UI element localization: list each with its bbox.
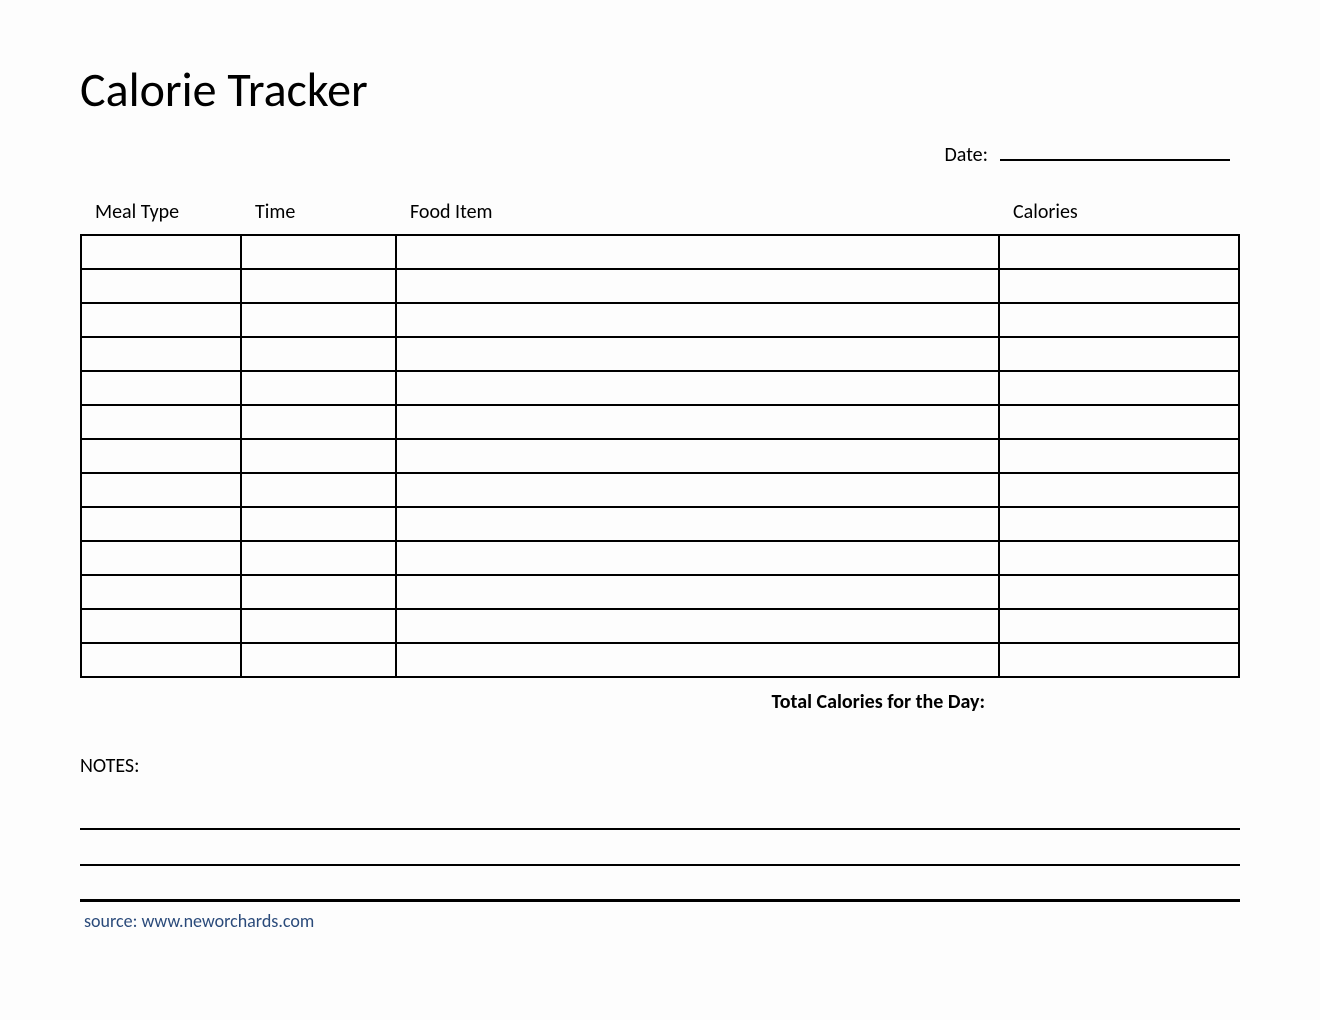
cell-time[interactable]	[241, 235, 396, 269]
cell-food_item[interactable]	[396, 473, 999, 507]
notes-label: NOTES:	[80, 754, 1240, 778]
table-row	[81, 269, 1239, 303]
cell-time[interactable]	[241, 269, 396, 303]
table-row	[81, 405, 1239, 439]
table-row	[81, 575, 1239, 609]
cell-food_item[interactable]	[396, 507, 999, 541]
cell-meal_type[interactable]	[81, 643, 241, 677]
date-row: Date:	[80, 139, 1240, 167]
table-row	[81, 541, 1239, 575]
total-label: Total Calories for the Day:	[772, 690, 985, 714]
header-meal-type: Meal Type	[81, 192, 241, 235]
cell-calories[interactable]	[999, 405, 1239, 439]
cell-time[interactable]	[241, 371, 396, 405]
cell-time[interactable]	[241, 507, 396, 541]
cell-meal_type[interactable]	[81, 609, 241, 643]
cell-food_item[interactable]	[396, 269, 999, 303]
cell-calories[interactable]	[999, 439, 1239, 473]
cell-food_item[interactable]	[396, 643, 999, 677]
cell-food_item[interactable]	[396, 337, 999, 371]
header-calories: Calories	[999, 192, 1239, 235]
cell-calories[interactable]	[999, 269, 1239, 303]
cell-time[interactable]	[241, 609, 396, 643]
table-row	[81, 507, 1239, 541]
cell-meal_type[interactable]	[81, 575, 241, 609]
note-line[interactable]	[80, 870, 1240, 902]
cell-time[interactable]	[241, 405, 396, 439]
cell-calories[interactable]	[999, 541, 1239, 575]
cell-food_item[interactable]	[396, 609, 999, 643]
cell-calories[interactable]	[999, 643, 1239, 677]
cell-time[interactable]	[241, 439, 396, 473]
cell-food_item[interactable]	[396, 235, 999, 269]
cell-meal_type[interactable]	[81, 507, 241, 541]
total-row: Total Calories for the Day:	[80, 690, 1240, 714]
cell-meal_type[interactable]	[81, 473, 241, 507]
header-time: Time	[241, 192, 396, 235]
date-label: Date:	[945, 143, 989, 167]
table-row	[81, 643, 1239, 677]
table-row	[81, 609, 1239, 643]
cell-food_item[interactable]	[396, 371, 999, 405]
cell-calories[interactable]	[999, 235, 1239, 269]
cell-meal_type[interactable]	[81, 303, 241, 337]
cell-food_item[interactable]	[396, 439, 999, 473]
calorie-table: Meal Type Time Food Item Calories	[80, 192, 1240, 678]
cell-time[interactable]	[241, 337, 396, 371]
table-row	[81, 303, 1239, 337]
cell-meal_type[interactable]	[81, 541, 241, 575]
cell-time[interactable]	[241, 541, 396, 575]
cell-meal_type[interactable]	[81, 337, 241, 371]
table-row	[81, 371, 1239, 405]
cell-food_item[interactable]	[396, 405, 999, 439]
table-row	[81, 439, 1239, 473]
cell-calories[interactable]	[999, 337, 1239, 371]
cell-calories[interactable]	[999, 303, 1239, 337]
cell-food_item[interactable]	[396, 541, 999, 575]
cell-time[interactable]	[241, 643, 396, 677]
date-input[interactable]	[1000, 139, 1230, 161]
cell-calories[interactable]	[999, 473, 1239, 507]
cell-meal_type[interactable]	[81, 235, 241, 269]
cell-food_item[interactable]	[396, 575, 999, 609]
cell-calories[interactable]	[999, 371, 1239, 405]
cell-time[interactable]	[241, 473, 396, 507]
header-food-item: Food Item	[396, 192, 999, 235]
cell-food_item[interactable]	[396, 303, 999, 337]
note-line[interactable]	[80, 798, 1240, 830]
cell-meal_type[interactable]	[81, 405, 241, 439]
cell-meal_type[interactable]	[81, 269, 241, 303]
cell-calories[interactable]	[999, 609, 1239, 643]
cell-meal_type[interactable]	[81, 439, 241, 473]
note-line[interactable]	[80, 834, 1240, 866]
table-row	[81, 235, 1239, 269]
cell-time[interactable]	[241, 575, 396, 609]
cell-calories[interactable]	[999, 507, 1239, 541]
cell-meal_type[interactable]	[81, 371, 241, 405]
source-label: source: www.neworchards.com	[80, 910, 1240, 932]
table-row	[81, 473, 1239, 507]
table-row	[81, 337, 1239, 371]
cell-time[interactable]	[241, 303, 396, 337]
cell-calories[interactable]	[999, 575, 1239, 609]
page-title: Calorie Tracker	[80, 60, 1240, 119]
table-header-row: Meal Type Time Food Item Calories	[81, 192, 1239, 235]
